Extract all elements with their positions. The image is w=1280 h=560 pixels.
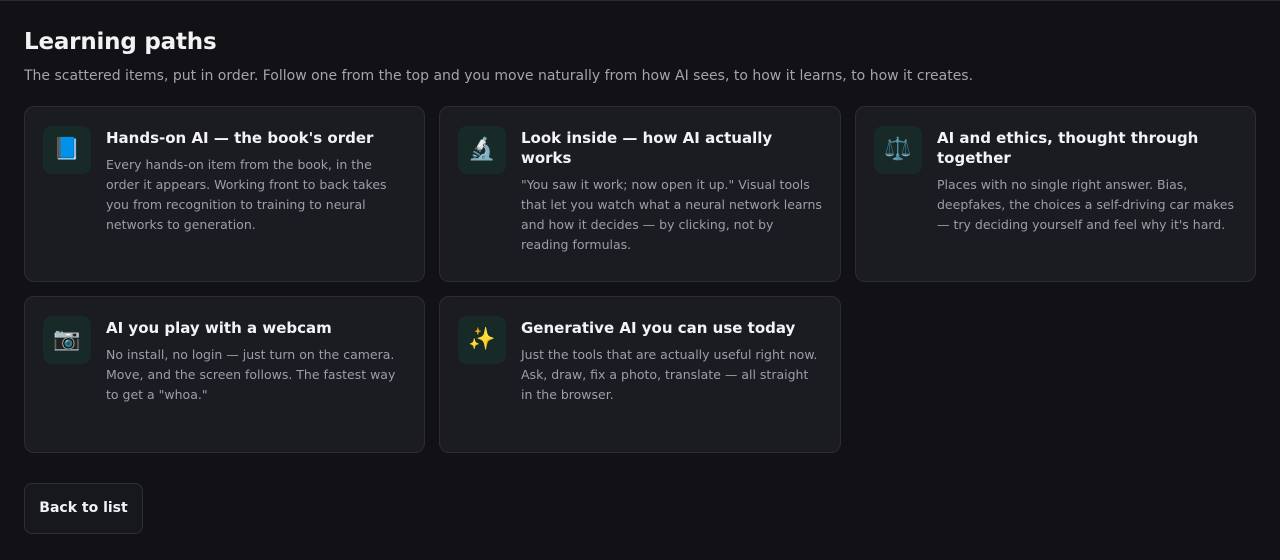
card-description: Places with no single right answer. Bias…: [937, 177, 1234, 232]
page-subtitle: The scattered items, put in order. Follo…: [24, 68, 974, 84]
microscope-icon: 🔬: [458, 126, 506, 174]
card-body: Look inside — how AI actually works "You…: [521, 126, 822, 263]
card-title: AI and ethics, thought through together: [937, 129, 1199, 167]
learning-paths-page: Learning paths The scattered items, put …: [0, 1, 1280, 534]
card-title: Hands-on AI — the book's order: [106, 129, 374, 147]
path-card-generative-ai[interactable]: ✨ Generative AI you can use today Just t…: [439, 296, 841, 453]
card-description: "You saw it work; now open it up." Visua…: [521, 177, 822, 252]
paths-grid: 📘 Hands-on AI — the book's order Every h…: [24, 106, 1256, 453]
card-title: AI you play with a webcam: [106, 319, 332, 337]
card-title: Look inside — how AI actually works: [521, 129, 773, 167]
path-card-ai-ethics[interactable]: ⚖️ AI and ethics, thought through togeth…: [855, 106, 1256, 282]
sparkles-icon: ✨: [458, 316, 506, 364]
card-body: AI you play with a webcam No install, no…: [106, 316, 406, 434]
back-to-list-button[interactable]: Back to list: [24, 483, 143, 534]
scales-icon: ⚖️: [874, 126, 922, 174]
card-title: Generative AI you can use today: [521, 319, 796, 337]
camera-icon: 📷: [43, 316, 91, 364]
path-card-look-inside[interactable]: 🔬 Look inside — how AI actually works "Y…: [439, 106, 841, 282]
card-body: Generative AI you can use today Just the…: [521, 316, 822, 434]
card-body: Hands-on AI — the book's order Every han…: [106, 126, 406, 263]
card-description: Every hands-on item from the book, in th…: [106, 157, 387, 232]
book-icon: 📘: [43, 126, 91, 174]
card-description: No install, no login — just turn on the …: [106, 347, 396, 402]
page-title: Learning paths: [24, 29, 217, 55]
card-description: Just the tools that are actually useful …: [521, 347, 818, 402]
path-card-hands-on-ai[interactable]: 📘 Hands-on AI — the book's order Every h…: [24, 106, 425, 282]
path-card-webcam-ai[interactable]: 📷 AI you play with a webcam No install, …: [24, 296, 425, 453]
card-body: AI and ethics, thought through together …: [937, 126, 1237, 263]
